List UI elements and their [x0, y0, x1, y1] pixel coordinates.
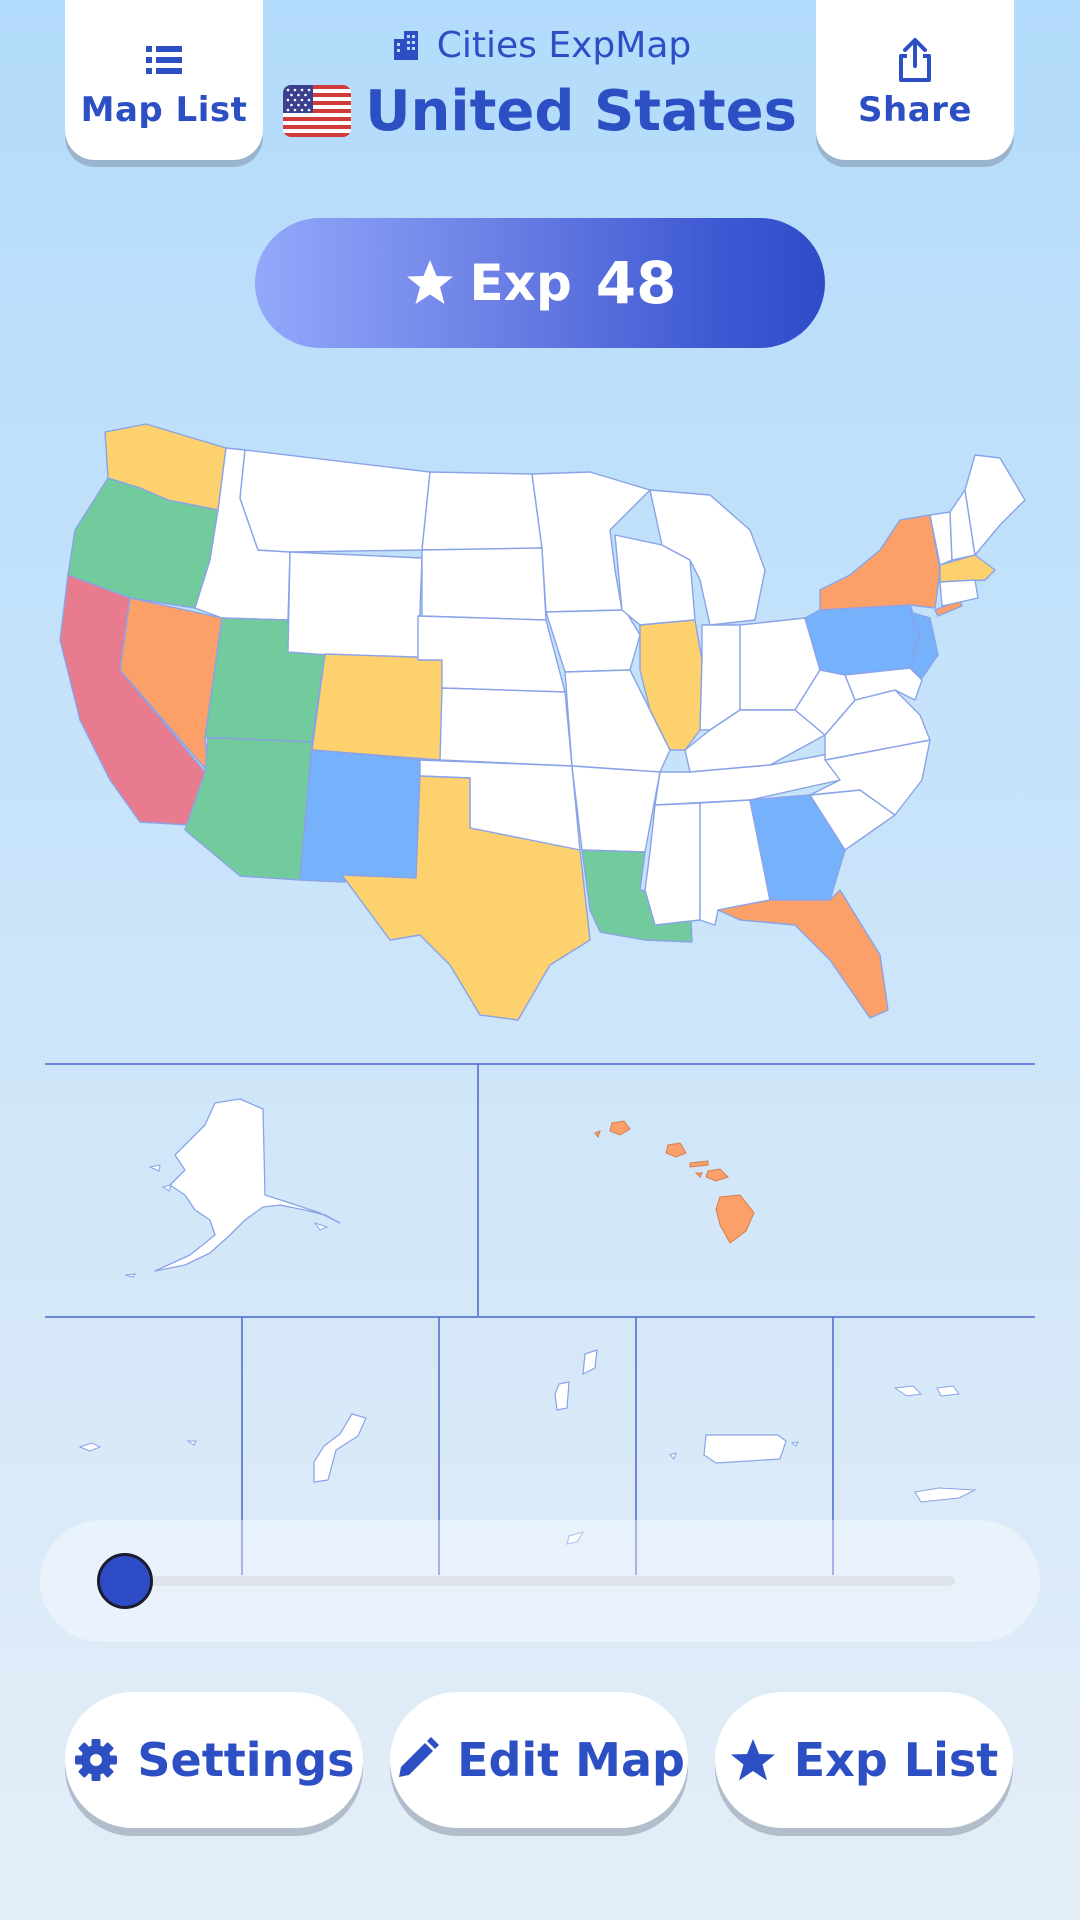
state-newmexico[interactable]	[299, 749, 421, 883]
territory-virgin-islands[interactable]	[893, 1385, 923, 1397]
state-newyork[interactable]	[819, 514, 941, 611]
state-mississippi[interactable]	[644, 802, 701, 926]
app-name: Cities ExpMap	[436, 24, 692, 66]
share-button[interactable]: Share	[816, 0, 1014, 160]
alaska-inset	[124, 1098, 341, 1278]
island-niihau[interactable]	[594, 1130, 601, 1139]
country-selector: United States	[283, 76, 797, 146]
island-molokai[interactable]	[689, 1160, 709, 1168]
edit-map-label: Edit Map	[457, 1733, 685, 1787]
island-hawaii[interactable]	[715, 1194, 755, 1244]
northern-mariana-inset	[554, 1349, 598, 1545]
settings-button[interactable]: Settings	[65, 1692, 363, 1828]
pencil-icon	[399, 1737, 440, 1777]
exp-label: Exp	[469, 254, 572, 312]
state-montana[interactable]	[239, 449, 431, 553]
virgin-islands-inset	[893, 1385, 977, 1503]
settings-label: Settings	[137, 1733, 355, 1787]
island-oahu[interactable]	[665, 1142, 687, 1158]
territory-puerto-rico[interactable]	[703, 1434, 787, 1464]
territory-northern-mariana[interactable]	[582, 1349, 598, 1376]
island-maui[interactable]	[705, 1168, 729, 1182]
exp-list-label: Exp List	[793, 1733, 999, 1787]
edit-map-button[interactable]: Edit Map	[390, 1692, 688, 1828]
american-samoa-inset	[78, 1440, 197, 1452]
app-title: Cities ExpMap	[300, 18, 780, 72]
us-flag-icon	[283, 85, 352, 137]
state-iowa[interactable]	[545, 609, 641, 673]
share-label: Share	[858, 90, 972, 130]
state-southdakota[interactable]	[421, 547, 547, 621]
star-icon	[730, 1739, 775, 1781]
territory-american-samoa[interactable]	[78, 1442, 102, 1452]
exp-value: 48	[595, 249, 677, 317]
us-map	[59, 423, 1026, 1021]
territory-guam[interactable]	[313, 1413, 367, 1483]
puerto-rico-inset	[669, 1434, 799, 1464]
gear-icon	[75, 1739, 118, 1781]
state-kansas[interactable]	[439, 687, 573, 767]
state-wyoming[interactable]	[287, 551, 423, 663]
map-list-label: Map List	[80, 90, 248, 130]
state-colorado[interactable]	[311, 653, 446, 761]
state-northdakota[interactable]	[421, 471, 543, 551]
slider-rail[interactable]	[125, 1576, 955, 1586]
guam-inset	[313, 1413, 367, 1483]
state-maine[interactable]	[964, 454, 1026, 556]
country-name: United States	[365, 78, 797, 144]
island-lanai[interactable]	[694, 1172, 703, 1178]
exp-list-button[interactable]: Exp List	[715, 1692, 1013, 1828]
map-list-button[interactable]: Map List	[65, 0, 263, 160]
city-icon	[393, 31, 418, 60]
list-icon	[146, 46, 182, 74]
state-connecticut[interactable]	[939, 579, 979, 607]
state-arkansas[interactable]	[571, 765, 661, 853]
slider-knob[interactable]	[97, 1553, 153, 1609]
island-kauai[interactable]	[609, 1120, 631, 1136]
state-florida[interactable]	[717, 889, 889, 1019]
exp-badge[interactable]: Exp 48	[255, 218, 825, 348]
share-icon	[899, 38, 931, 82]
hawaii-inset	[594, 1120, 755, 1244]
star-icon	[406, 260, 453, 304]
state-alaska[interactable]	[154, 1098, 341, 1272]
state-pennsylvania[interactable]	[804, 604, 921, 676]
